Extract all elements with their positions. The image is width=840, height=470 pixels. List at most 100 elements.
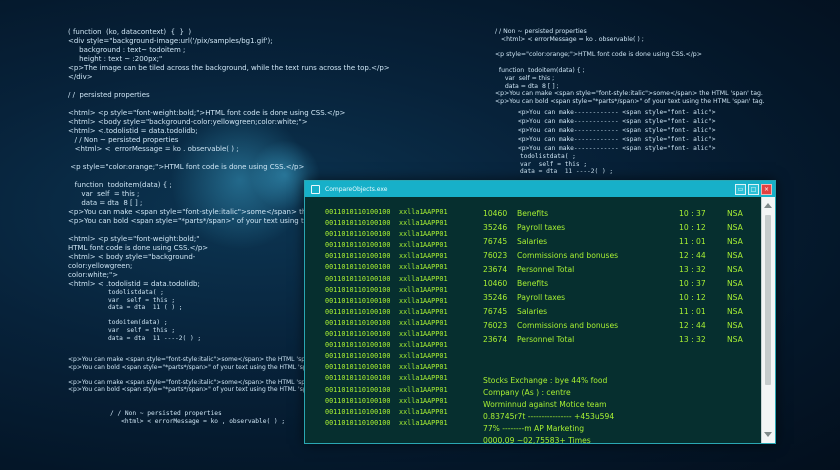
binary-code: 0011010110100100 — [325, 208, 391, 216]
ledger-code: NSA — [727, 321, 743, 330]
ledger-time: 12 : 44 — [679, 251, 706, 260]
ledger-time: 11 : 01 — [679, 307, 706, 316]
binary-xl: xxlla1 — [399, 418, 424, 427]
ledger-num: 35246 — [483, 293, 508, 302]
ledger-time: 13 : 32 — [679, 335, 706, 344]
note-line: 77% --------m AP Marketing — [483, 424, 585, 433]
close-button[interactable]: × — [761, 184, 772, 195]
code-line: todoitem(data) ; — [108, 319, 168, 327]
table-row: 10460 Benefits 10 : 37 NSA — [483, 277, 753, 291]
binary-xl: xxlla1 — [399, 407, 424, 416]
binary-code: 0011010110100100 — [325, 219, 391, 228]
ledger-time: 10 : 37 — [679, 279, 706, 288]
binary-ap: AAPP01 — [423, 341, 448, 350]
binary-ap: AAPP01 — [423, 274, 448, 283]
code-line: function todoitem(data) { ; — [495, 66, 585, 74]
scrollbar-thumb[interactable] — [765, 215, 771, 385]
code-line: <p>You can make------------ <span style=… — [518, 109, 716, 116]
table-row: 76745 Salaries 11 : 01 NSA — [483, 235, 753, 249]
binary-code: 0011010110100100 — [325, 374, 391, 383]
table-row: 23674 Personnel Total 13 : 32 NSA — [483, 333, 753, 347]
binary-ap: AAPP01 — [423, 318, 448, 327]
note-line: 0.83745r7t ---------------- +453u594 — [483, 412, 615, 421]
restore-button[interactable]: ▭ — [735, 184, 746, 195]
binary-ap: AAPP01 — [423, 374, 448, 383]
code-line: <p>You can make <span style="font-style:… — [68, 356, 328, 363]
scroll-down-arrow-icon[interactable] — [764, 432, 772, 437]
code-line: data = dta 11 ----2( ) ; — [108, 334, 202, 342]
binary-ap: AAPP01 — [423, 418, 448, 427]
code-line: var self = this ; — [495, 74, 555, 82]
binary-row: 0011010110100100 xxlla1AAPP01 — [325, 407, 448, 418]
ledger-name: Salaries — [517, 237, 548, 246]
table-row: 76023 Commissions and bonuses 12 : 44 NSA — [483, 249, 753, 263]
code-line: data = dta 11 ----2( ) ; — [520, 168, 614, 176]
binary-row: 0011010110100100 xxlla1AAPP01 — [325, 262, 448, 273]
code-line: <html> <p style="font-weight:bold;">HTML… — [68, 109, 346, 117]
code-line: <p>You can make <span style="font-style:… — [495, 90, 763, 98]
scroll-up-arrow-icon[interactable] — [764, 203, 772, 208]
vertical-scrollbar[interactable] — [761, 197, 775, 443]
binary-ap: AAPP01 — [423, 263, 448, 272]
ledger-name: Commissions and bonuses — [517, 251, 619, 260]
binary-code: 0011010110100100 — [325, 330, 391, 339]
binary-xl: xxlla1 — [399, 263, 424, 272]
ledger-code: NSA — [727, 209, 743, 218]
ledger-time: 11 : 01 — [679, 237, 706, 246]
binary-row: 0011010110100100 xxlla1AAPP01 — [325, 385, 448, 396]
binary-xl: xxlla1 — [399, 219, 424, 228]
binary-xl: xxlla1 — [399, 252, 424, 261]
code-line: <p>You can make------------ <span style=… — [518, 127, 716, 134]
window-titlebar[interactable]: CompareObjects.exe ▭ □ × — [305, 181, 775, 197]
binary-ap: AAPP01 — [423, 385, 448, 394]
ledger-num: 76023 — [483, 321, 508, 330]
code-line: / / Non ~ persisted properties — [68, 136, 179, 144]
note-line: Worminnud against Motice team — [483, 400, 607, 409]
code-line: <html> <body style="background-color:yel… — [68, 118, 308, 126]
ledger-name: Personnel Total — [517, 335, 575, 344]
binary-xl: xxlla1 — [399, 307, 424, 316]
binary-ap: AAPP01 — [423, 363, 448, 372]
ledger-time: 10 : 37 — [679, 209, 706, 218]
window-content: 0011010110100100 xxlla1AAPP01 001101011010… — [305, 197, 761, 445]
binary-xl: xxlla1 — [399, 208, 424, 216]
table-row: 35246 Payroll taxes 10 : 12 NSA — [483, 221, 753, 235]
ledger-num: 23674 — [483, 335, 508, 344]
binary-xl: xxlla1 — [399, 318, 424, 327]
binary-xl: xxlla1 — [399, 241, 424, 250]
binary-row: 0011010110100100 xxlla1AAPP01 — [325, 218, 448, 229]
ledger-num: 35246 — [483, 223, 508, 232]
binary-row: 0011010110100100 xxlla1AAPP01 — [325, 240, 448, 251]
code-line: <p>You can bold <span style="*parts*/spa… — [68, 363, 330, 371]
binary-code: 0011010110100100 — [325, 407, 391, 416]
binary-xl: xxlla1 — [399, 363, 424, 372]
code-line: / / Non ~ persisted properties — [110, 410, 222, 417]
code-line: <div style="background-image:url('/pix/s… — [68, 37, 273, 45]
binary-ap: AAPP01 — [423, 330, 448, 339]
code-line: <p style="color:orange;">HTML font code … — [495, 51, 702, 59]
code-line: <p style="color:orange;">HTML font code … — [68, 163, 305, 171]
binary-code: 0011010110100100 — [325, 318, 391, 327]
binary-code: 0011010110100100 — [325, 385, 391, 394]
binary-row: 0011010110100100 xxlla1AAPP01 — [325, 318, 448, 329]
binary-ap: AAPP01 — [423, 307, 448, 316]
code-line: var self = this ; — [108, 326, 176, 334]
binary-row: 0011010110100100 xxlla1AAPP01 — [325, 207, 448, 218]
binary-xl: xxlla1 — [399, 352, 424, 361]
background-code-bottom-left-mono: / / Non ~ persisted properties <html> < … — [110, 410, 285, 425]
binary-row: 0011010110100100 xxlla1AAPP01 — [325, 296, 448, 307]
binary-code: 0011010110100100 — [325, 263, 391, 272]
ledger-time: 10 : 12 — [679, 293, 706, 302]
code-line: todolistdata( ; — [108, 289, 164, 296]
code-line: var self = this ; — [108, 296, 176, 304]
maximize-button[interactable]: □ — [748, 184, 759, 195]
code-line: var self = this ; — [520, 160, 588, 168]
code-line: <p>You can make------------ <span style=… — [518, 136, 716, 143]
ledger-num: 76745 — [483, 307, 508, 316]
code-line: <p>You can make------------ <span style=… — [518, 118, 716, 125]
binary-column: 0011010110100100 xxlla1AAPP01 001101011010… — [325, 207, 448, 429]
binary-ap: AAPP01 — [423, 208, 448, 216]
code-line: <p>You can make <span style="font-style:… — [68, 378, 328, 386]
